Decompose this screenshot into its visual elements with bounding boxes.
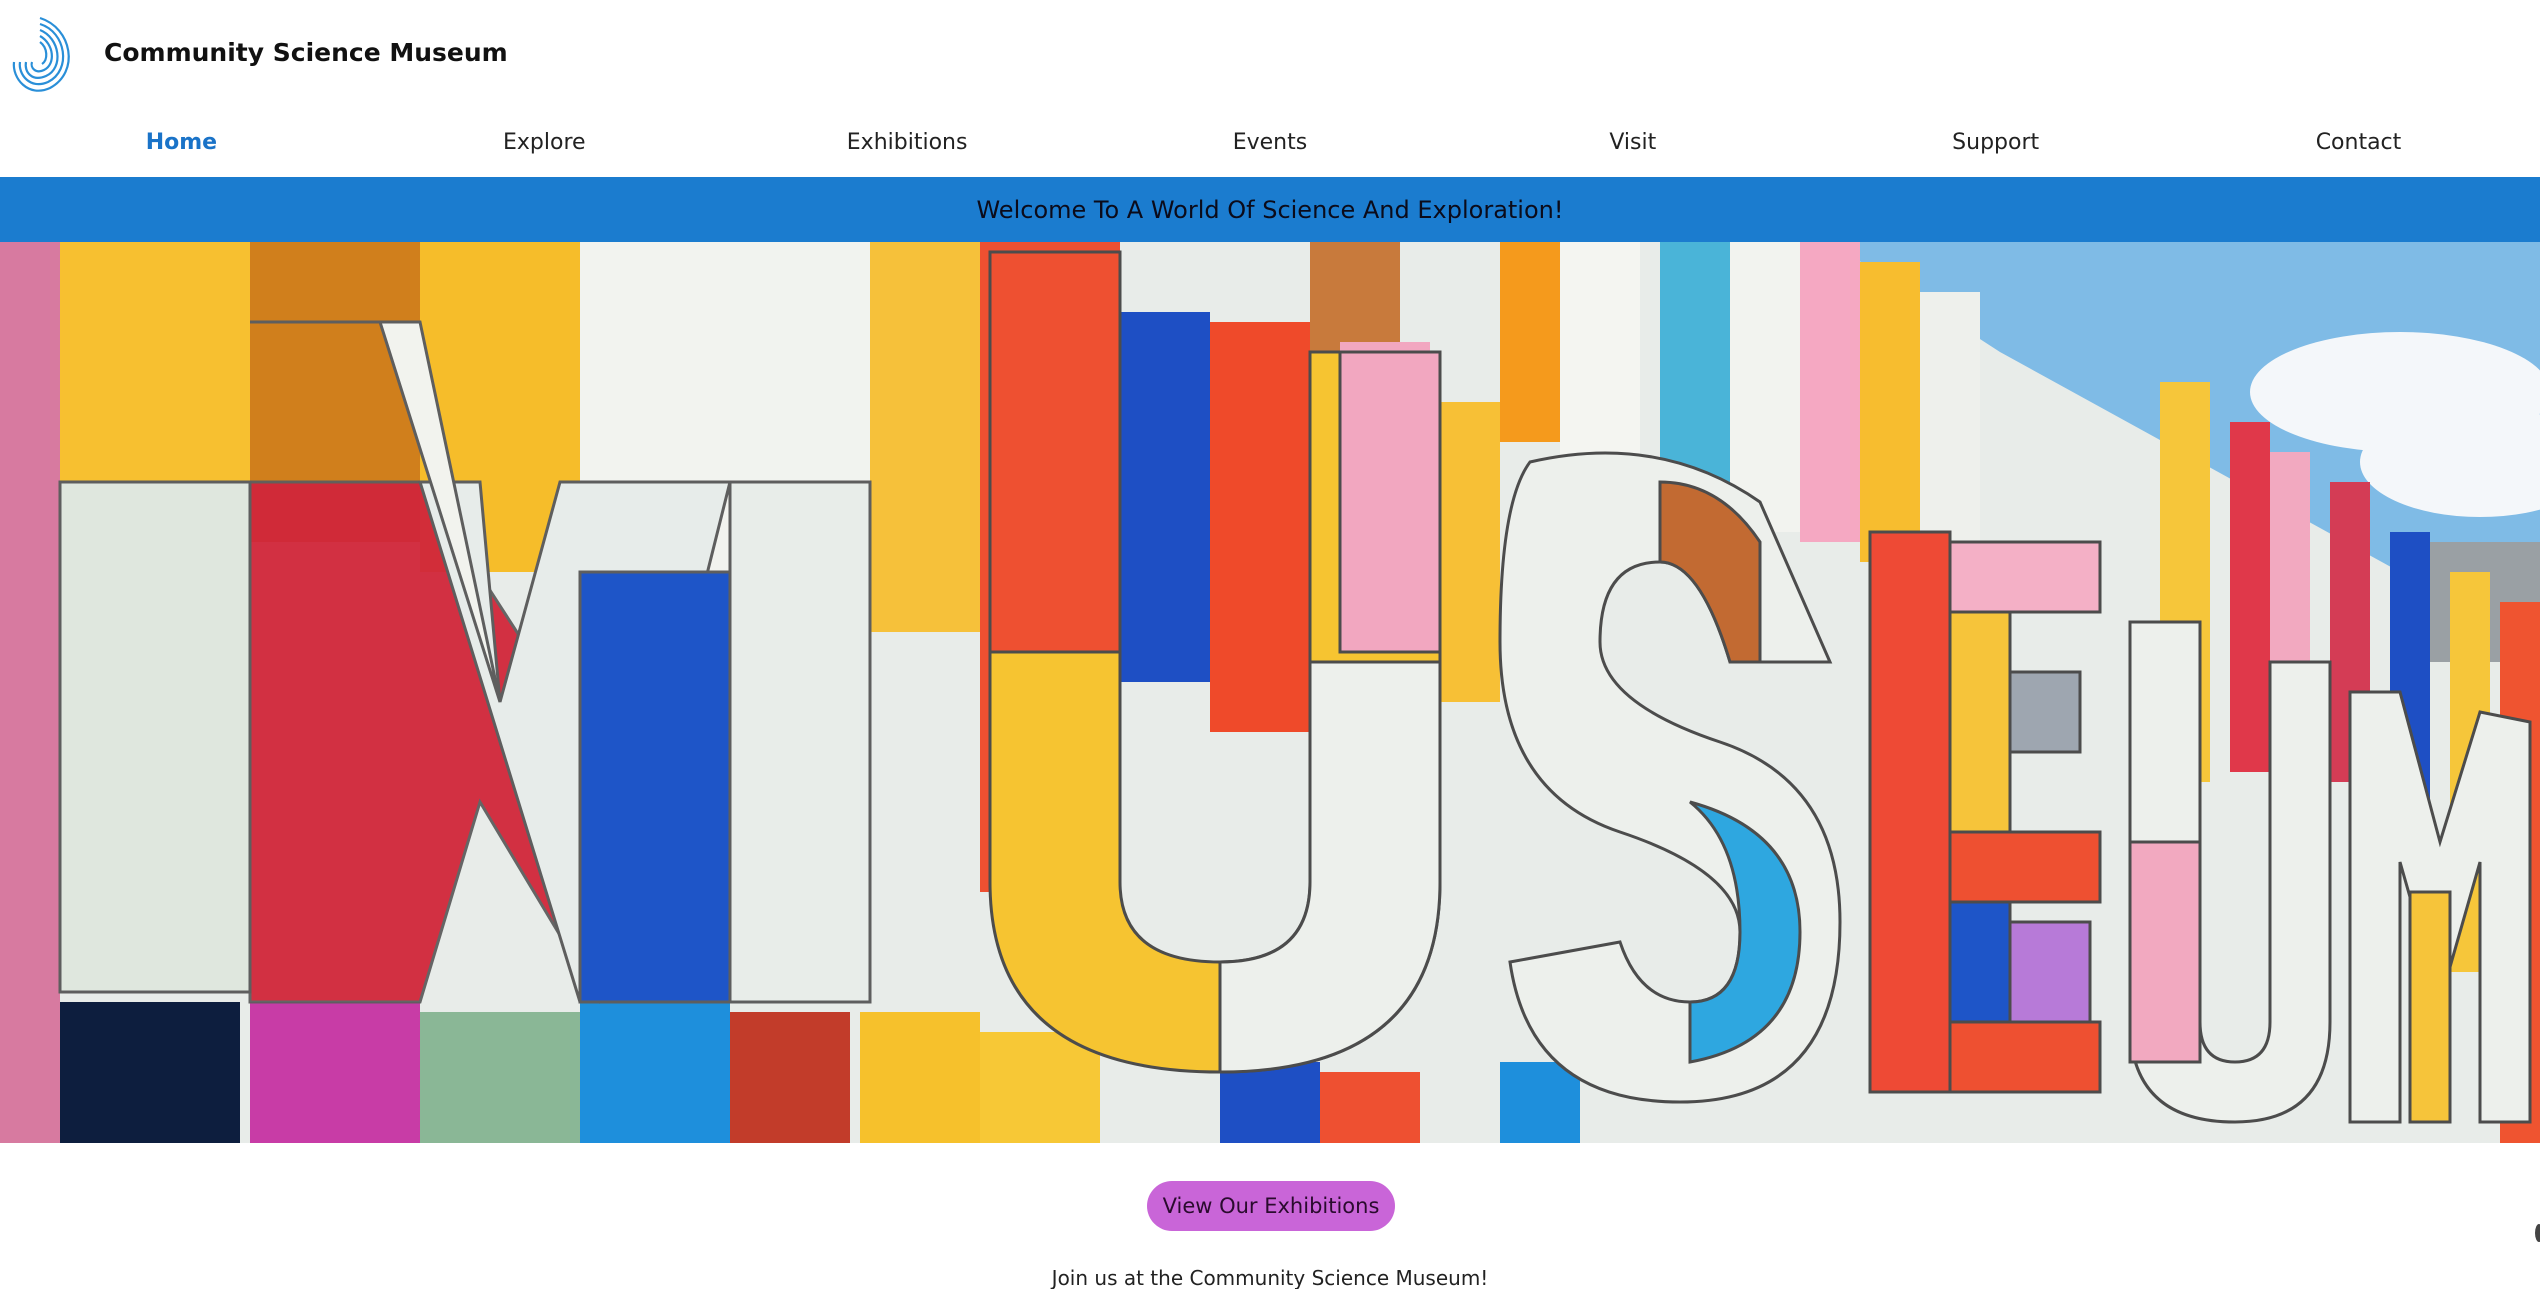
page: Community Science Museum Home Explore Ex…: [0, 0, 2540, 1289]
nav-item-visit[interactable]: Visit: [1452, 130, 1814, 155]
main-nav: Home Explore Exhibitions Events Visit Su…: [0, 108, 2540, 176]
banner-text: Welcome To A World Of Science And Explor…: [976, 195, 1564, 224]
nav-item-events[interactable]: Events: [1089, 130, 1451, 155]
museum-facade-illustration: [0, 242, 2540, 1143]
nav-item-explore[interactable]: Explore: [363, 130, 725, 155]
nav-item-support[interactable]: Support: [1815, 130, 2177, 155]
view-exhibitions-button[interactable]: View Our Exhibitions: [1147, 1181, 1395, 1231]
spiral-logo-icon[interactable]: [10, 14, 74, 94]
nav-item-exhibitions[interactable]: Exhibitions: [726, 130, 1088, 155]
intro-text: Join us at the Community Science Museum!: [1051, 1266, 1489, 1289]
hero-image: [0, 242, 2540, 1143]
scroll-edge-marker: [2535, 1224, 2540, 1242]
nav-item-contact[interactable]: Contact: [2177, 130, 2539, 155]
welcome-banner: Welcome To A World Of Science And Explor…: [0, 177, 2540, 242]
nav-item-home[interactable]: Home: [0, 130, 362, 155]
site-title[interactable]: Community Science Museum: [104, 38, 508, 67]
site-header: Community Science Museum: [0, 0, 2540, 108]
